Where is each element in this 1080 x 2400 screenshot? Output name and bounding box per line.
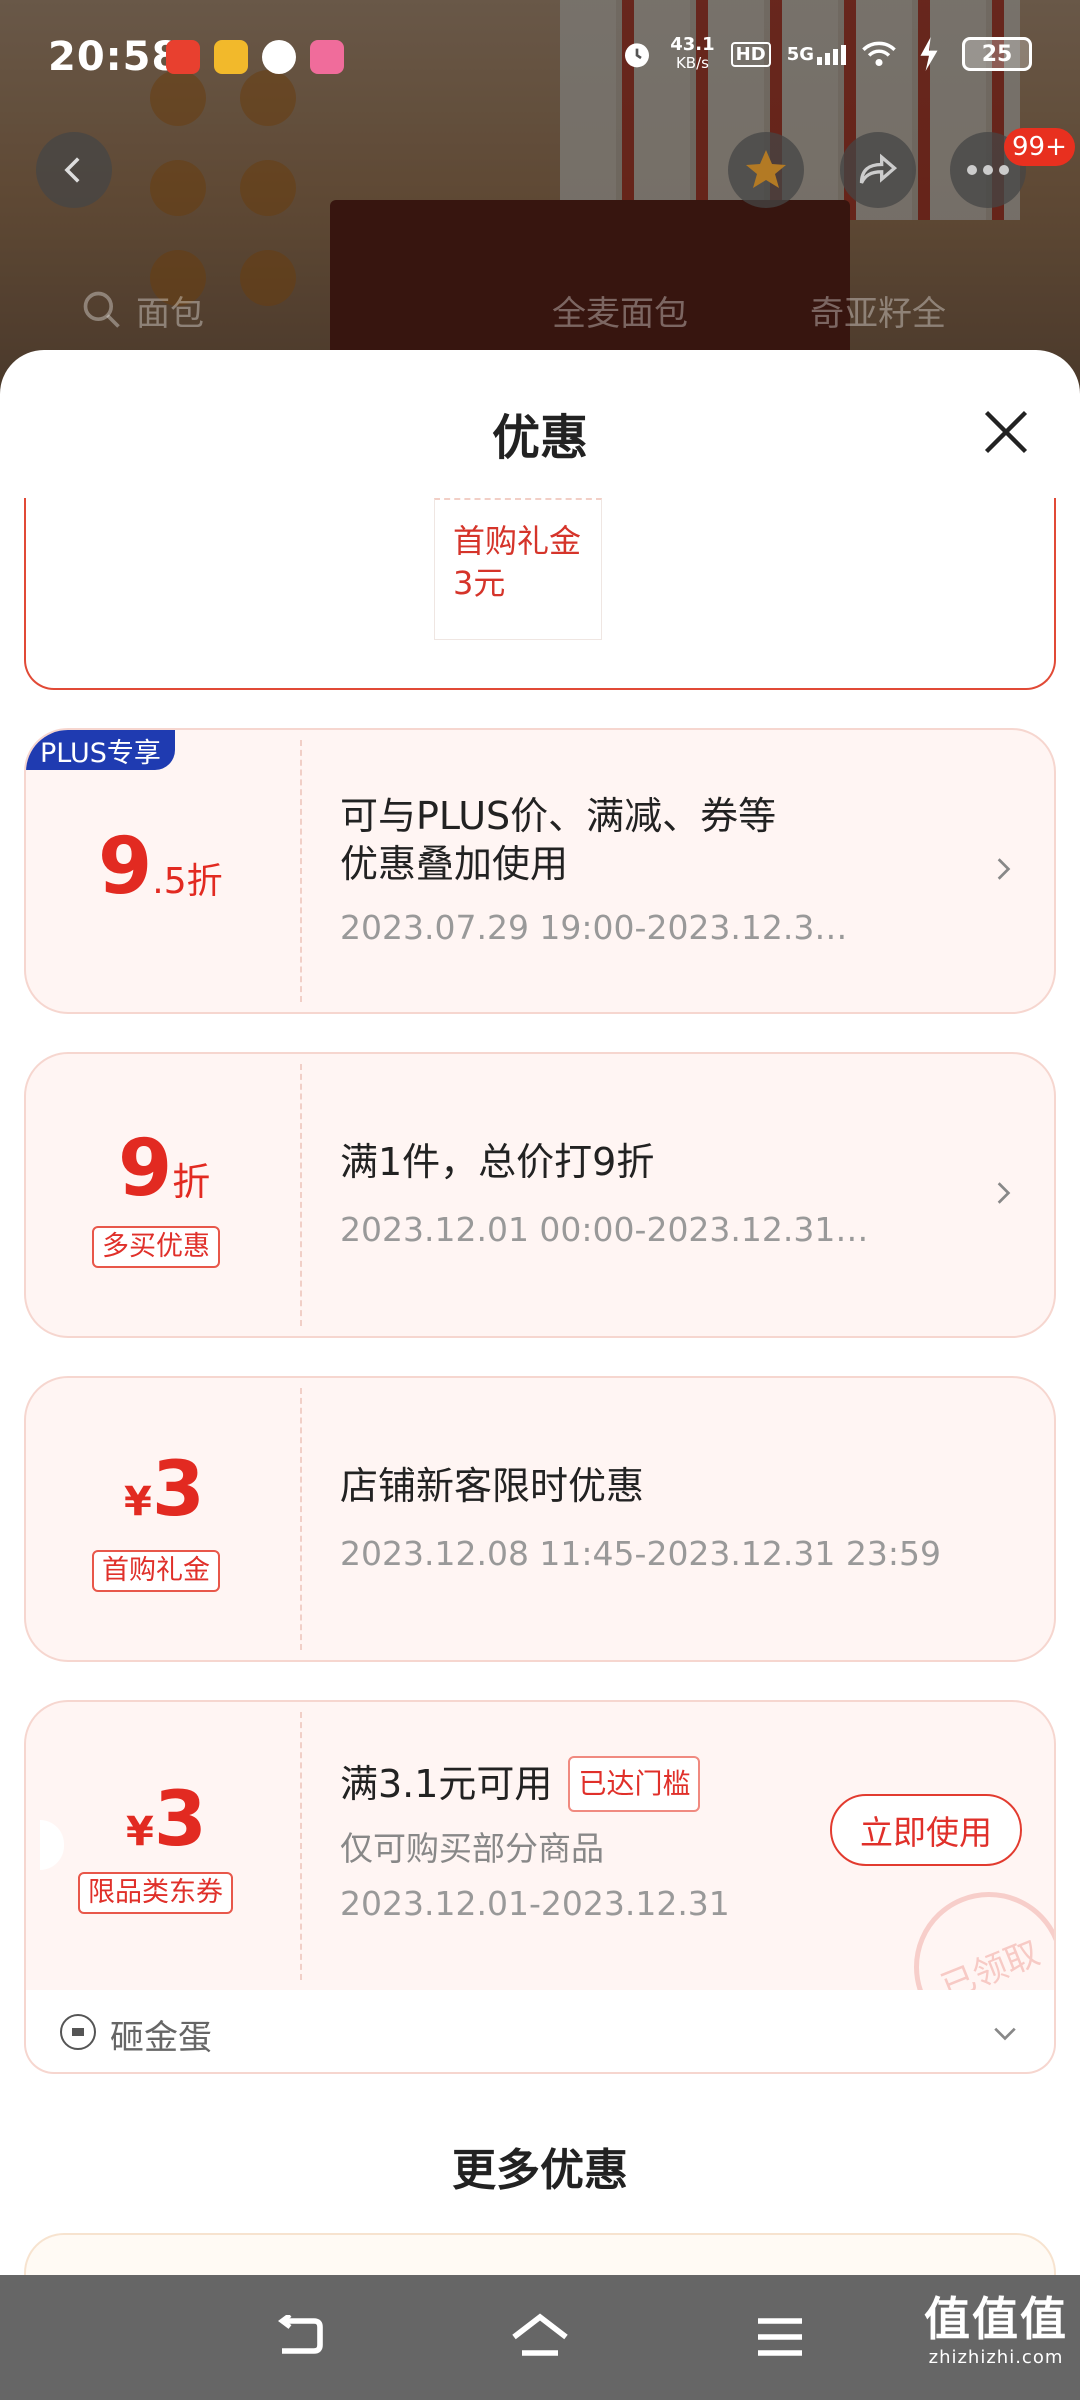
coupon-note: 仅可购买部分商品 [340,1829,604,1868]
hd-indicator: HD [730,41,771,67]
net-speed: 43.1 KB/s [670,34,715,73]
nav-menu-button[interactable] [748,2305,812,2369]
battery-indicator: 25 [962,37,1032,71]
claimed-stamp: 已领取 [891,1869,1054,1990]
coupon-title: 可与PLUS价、满减、券等 优惠叠加使用 [340,794,777,886]
coupon-title: 满3.1元可用 已达门槛 [340,1756,701,1812]
sheet-title: 优惠 [491,410,588,466]
offers-sheet: 优惠 首购礼金 3元 PLUS专享 9.5折 可与PLUS价、满减、券等 优惠叠… [0,350,1080,2275]
watermark-url: zhizhizhi.com [928,2347,1064,2368]
chevron-down-icon [994,2027,1016,2041]
coupon-period: 2023.12.01 00:00-2023.12.31… [340,1210,869,1249]
wifi-icon [862,37,896,71]
app-notification-icon [262,40,296,74]
star-icon [746,150,786,188]
coupon-currency: ¥ [126,1809,154,1855]
coupon-value-block: 9.5折 [26,730,300,1012]
bg-tab-bread: 面包 [136,294,204,334]
search-icon [83,291,120,328]
system-nav-bar: 值值值 zhizhizhi.com [0,2275,1080,2400]
share-button[interactable] [840,132,916,208]
coupon-value: 9 [118,1124,173,1214]
coupon-value: 3 [153,1774,207,1863]
nav-home-button[interactable] [508,2305,572,2369]
coupon-plus-discount[interactable]: PLUS专享 9.5折 可与PLUS价、满减、券等 优惠叠加使用 2023.07… [24,728,1056,1014]
egg-label: 砸金蛋 [110,2018,212,2058]
partial-coupon-group: 首购礼金 3元 [24,498,1056,690]
coupon-period: 2023.12.01-2023.12.31 [340,1884,730,1923]
chevron-right-icon [997,1182,1011,1204]
app-notification-icon [310,40,344,74]
coupon-divider [300,1064,302,1326]
coupon-value-unit: 折 [172,1160,211,1204]
signal-icon: 5G [787,44,846,65]
coupon-period: 2023.12.08 11:45-2023.12.31 23:59 [340,1534,941,1573]
peek-coupon[interactable] [24,2233,1056,2275]
more-dots-icon [967,165,1009,175]
coupon-value-unit: .5折 [152,861,223,902]
coupon-value-block: 9折 多买优惠 [26,1054,300,1336]
status-bar: 20:58 43.1 KB/s HD 5G 25 [0,0,1080,110]
charging-icon [912,37,946,71]
message-count-badge: 99+ [1004,128,1075,166]
notification-icons [166,40,344,74]
mini-coupon-line2: 3元 [453,564,506,602]
status-time: 20:58 [48,34,181,80]
coupon-value: 9 [98,822,153,912]
offers-list[interactable]: 首购礼金 3元 PLUS专享 9.5折 可与PLUS价、满减、券等 优惠叠加使用… [0,498,1080,2275]
menu-icon [758,2318,802,2356]
chevron-right-icon [997,858,1011,880]
egg-smash-row[interactable]: 砸金蛋 [24,1990,1056,2074]
coupon-category: ¥3 限品类东券 满3.1元可用 已达门槛 仅可购买部分商品 2023.12.01… [24,1700,1056,1990]
egg-icon [60,2014,96,2050]
more-offers-title: 更多优惠 [452,2145,628,2196]
bg-tab-wholewheat: 全麦面包 [552,294,688,334]
use-now-button[interactable]: 立即使用 [830,1794,1022,1866]
coupon-multi-buy[interactable]: 9折 多买优惠 满1件，总价打9折 2023.12.01 00:00-2023.… [24,1052,1056,1338]
mini-coupon[interactable]: 首购礼金 3元 [434,498,602,640]
coupon-title: 店铺新客限时优惠 [340,1464,645,1508]
coupon-value-block: ¥3 限品类东券 [26,1702,300,1990]
home-icon [512,2313,568,2356]
background-tabs: 面包 全麦面包 奇亚籽全 [0,286,1080,346]
watermark: 值值值 zhizhizhi.com [924,2291,1068,2368]
threshold-reached-tag: 已达门槛 [568,1756,701,1812]
coupon-new-customer[interactable]: ¥3 首购礼金 店铺新客限时优惠 2023.12.08 11:45-2023.1… [24,1376,1056,1662]
share-icon [859,153,898,184]
alarm-icon [620,37,654,71]
back-icon [278,2315,323,2354]
coupon-tag: 限品类东券 [78,1872,233,1914]
coupon-divider [300,740,302,1002]
app-notification-icon [166,40,200,74]
coupon-currency: ¥ [124,1479,152,1525]
favorite-button[interactable] [728,132,804,208]
coupon-tag: 多买优惠 [92,1226,220,1268]
coupon-divider [300,1712,302,1980]
coupon-value: 3 [151,1444,205,1533]
coupon-period: 2023.07.29 19:00-2023.12.3… [340,908,848,947]
watermark-logo: 值值值 [924,2292,1068,2346]
coupon-value-block: ¥3 首购礼金 [26,1378,300,1660]
nav-back-button[interactable] [268,2305,332,2369]
coupon-title: 满1件，总价打9折 [340,1140,655,1184]
coupon-tag: 首购礼金 [92,1550,220,1592]
close-icon [984,410,1028,454]
app-notification-icon [214,40,248,74]
coupon-divider [300,1388,302,1650]
status-right: 43.1 KB/s HD 5G 25 [620,36,1032,72]
back-arrow-icon [64,157,80,183]
close-button[interactable] [968,394,1044,470]
mini-coupon-line1: 首购礼金 [453,522,582,560]
back-button[interactable] [36,132,112,208]
bg-tab-chia: 奇亚籽全 [810,294,946,334]
